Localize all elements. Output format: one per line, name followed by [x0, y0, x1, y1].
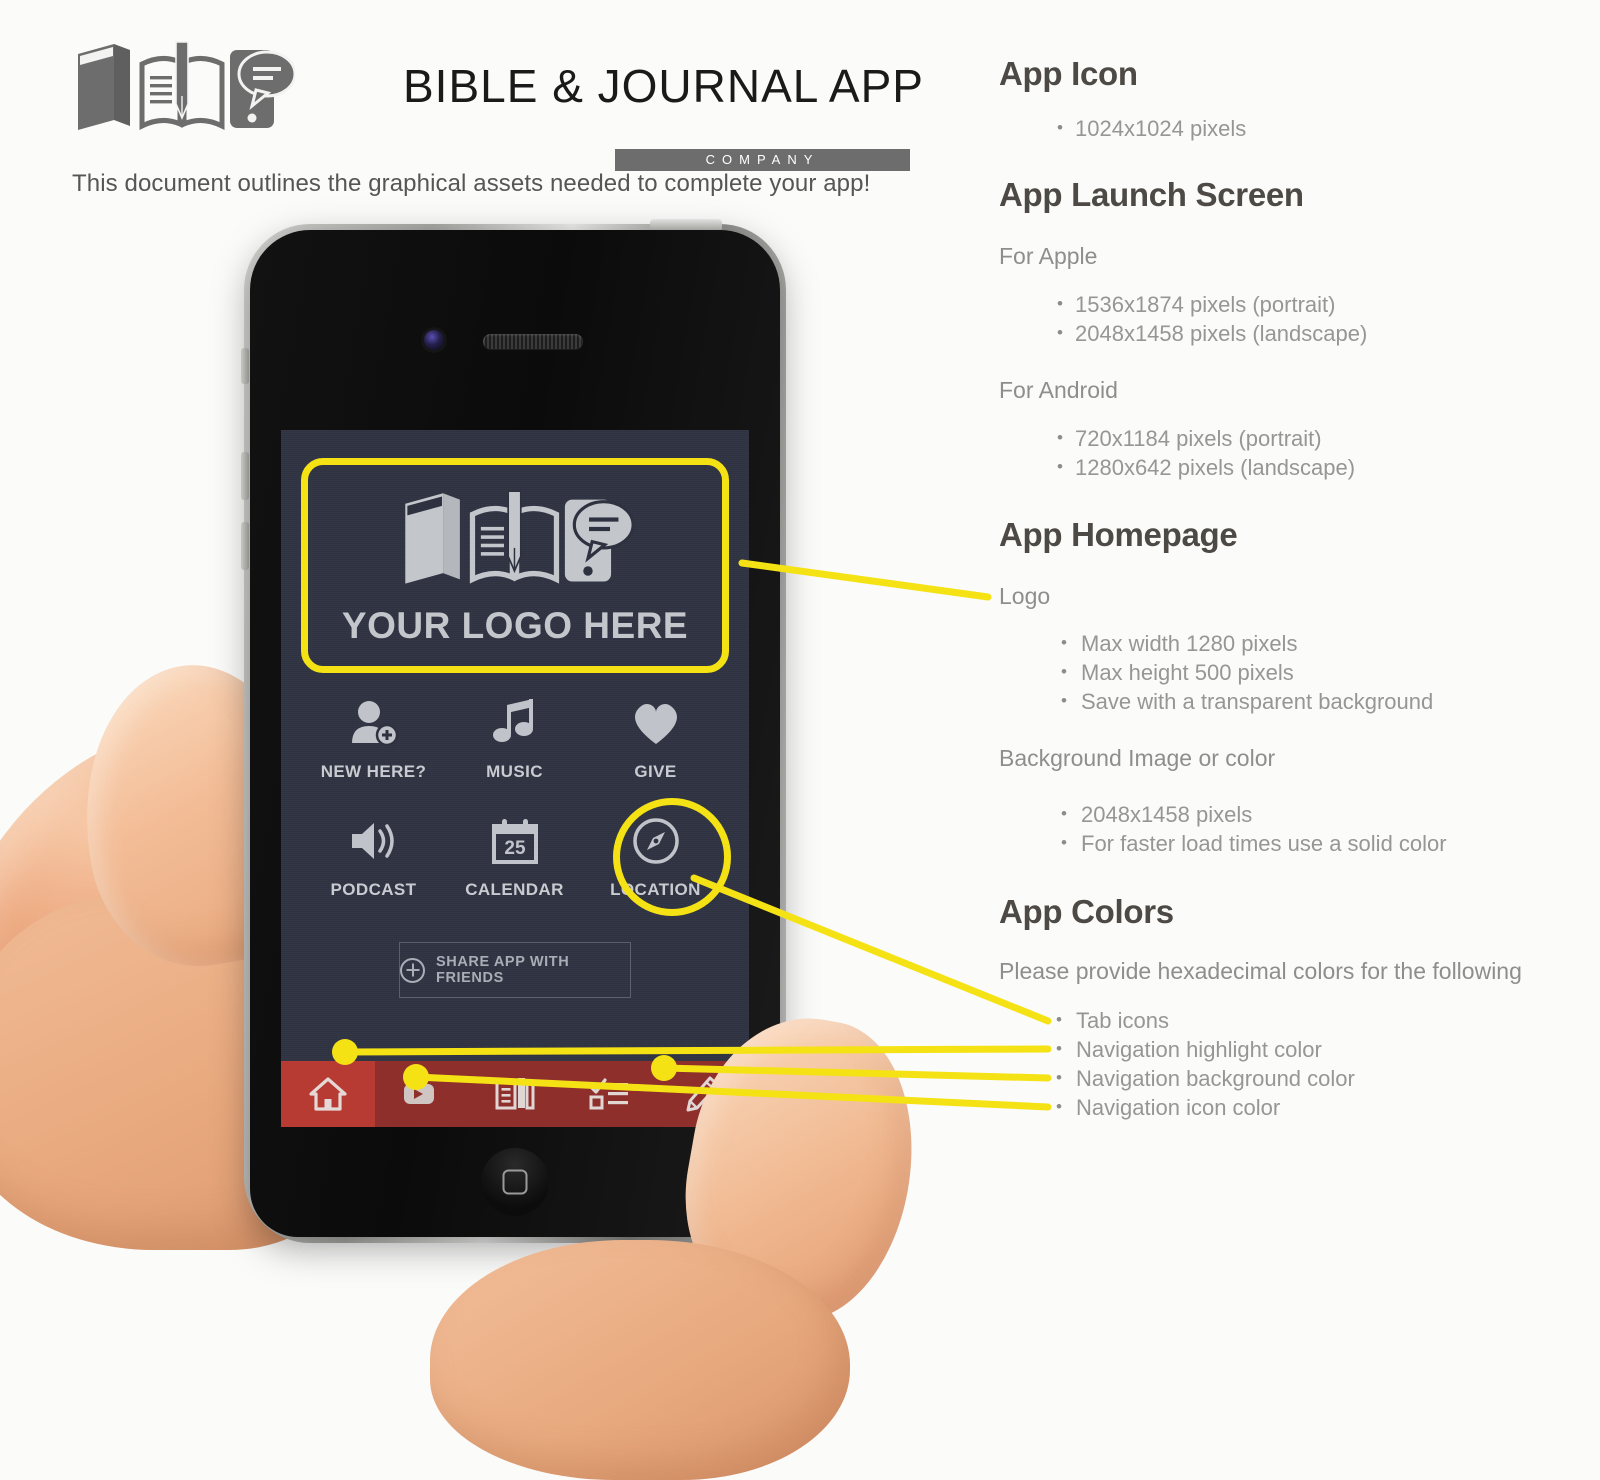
phone-in-hand-photo: YOUR LOGO HERE NEW HERE? MUSIC GIVE PODC… — [0, 200, 960, 1480]
background-bullets: 2048x1458 pixels For faster load times u… — [1059, 799, 1447, 858]
open-book-pen-icon — [469, 490, 560, 584]
section-title-app-launch-screen: App Launch Screen — [999, 176, 1304, 213]
list-item: Max height 500 pixels — [1059, 657, 1433, 687]
earpiece-speaker — [483, 334, 583, 349]
list-item: Navigation highlight color — [1054, 1034, 1355, 1064]
share-button-label: SHARE APP WITH FRIENDS — [436, 954, 570, 986]
front-camera — [424, 330, 444, 350]
list-item: 720x1184 pixels (portrait) — [1055, 423, 1355, 453]
screen-logo-icons — [383, 487, 648, 592]
group-label-background: Background Image or color — [999, 745, 1276, 771]
book-shelf-icon — [495, 1078, 535, 1110]
logo-zone-highlight: YOUR LOGO HERE — [301, 458, 729, 673]
apple-launch-bullets: 1536x1874 pixels (portrait) 2048x1458 pi… — [1055, 289, 1367, 348]
group-label-logo: Logo — [999, 583, 1051, 609]
svg-text:25: 25 — [504, 838, 526, 859]
silent-switch[interactable] — [241, 348, 249, 384]
tile-calendar[interactable]: 25 CALENDAR — [444, 810, 585, 900]
phone-chat-icon — [564, 499, 635, 582]
tile-music[interactable]: MUSIC — [444, 692, 585, 782]
tile-label: CALENDAR — [465, 880, 564, 899]
brand-title: BIBLE & JOURNAL APP — [403, 60, 924, 112]
list-item: Navigation background color — [1054, 1063, 1355, 1093]
list-item: 2048x1458 pixels (landscape) — [1055, 318, 1367, 348]
android-launch-bullets: 720x1184 pixels (portrait) 1280x642 pixe… — [1055, 423, 1355, 482]
music-note-icon — [444, 692, 585, 754]
tile-label: NEW HERE? — [320, 762, 427, 781]
volume-up-button[interactable] — [241, 452, 249, 500]
color-bullets: Tab icons Navigation highlight color Nav… — [1054, 1005, 1355, 1122]
phone-chat-icon — [230, 50, 295, 128]
closed-book-icon — [78, 44, 130, 130]
power-button[interactable] — [650, 219, 722, 230]
brand-logo-icons — [70, 38, 295, 138]
list-item: Max width 1280 pixels — [1059, 628, 1433, 658]
brand-header: BIBLE & JOURNAL APP COMPANY — [70, 36, 923, 171]
group-label-for-android: For Android — [999, 377, 1118, 403]
group-label-hex-colors: Please provide hexadecimal colors for th… — [999, 958, 1522, 984]
heart-icon — [585, 692, 726, 754]
list-item: For faster load times use a solid color — [1059, 828, 1447, 858]
home-button[interactable] — [481, 1148, 549, 1216]
share-app-button[interactable]: SHARE APP WITH FRIENDS — [399, 942, 631, 998]
closed-book-icon — [405, 493, 460, 584]
smartphone-mockup: YOUR LOGO HERE NEW HERE? MUSIC GIVE PODC… — [241, 219, 786, 1243]
calendar-icon: 25 — [444, 810, 585, 872]
list-item: Tab icons — [1054, 1005, 1355, 1035]
person-add-icon — [303, 692, 444, 754]
tile-location[interactable]: LOCATION — [585, 810, 726, 900]
app-icon-bullets: 1024x1024 pixels — [1055, 113, 1246, 143]
brand-logo-svg — [78, 41, 295, 131]
plus-circle-icon — [400, 957, 425, 983]
tile-give[interactable]: GIVE — [585, 692, 726, 782]
home-button-square-icon — [502, 1169, 528, 1195]
list-item: 2048x1458 pixels — [1059, 799, 1447, 829]
open-book-pen-icon — [139, 41, 225, 131]
tile-new-here[interactable]: NEW HERE? — [303, 692, 444, 782]
home-icon — [309, 1077, 347, 1111]
lower-finger-shape — [430, 1240, 850, 1480]
nav-item-books[interactable] — [468, 1061, 562, 1127]
tile-label: LOCATION — [610, 880, 701, 899]
section-title-app-icon: App Icon — [999, 55, 1138, 92]
nav-item-checklist[interactable] — [562, 1061, 656, 1127]
list-item: 1536x1874 pixels (portrait) — [1055, 289, 1367, 319]
list-item: Save with a transparent background — [1059, 686, 1433, 716]
tile-label: PODCAST — [330, 880, 417, 899]
tile-label: GIVE — [634, 762, 677, 781]
feature-grid: NEW HERE? MUSIC GIVE PODCAST 25 CALENDAR… — [303, 692, 731, 927]
bottom-navigation-bar — [281, 1061, 749, 1127]
checklist-icon — [588, 1078, 628, 1110]
asset-spec-page: BIBLE & JOURNAL APP COMPANY This documen… — [0, 0, 1600, 1480]
tagline: This document outlines the graphical ass… — [72, 170, 871, 197]
compass-icon — [585, 810, 726, 872]
logo-bullets: Max width 1280 pixels Max height 500 pix… — [1059, 628, 1433, 716]
logo-placeholder-text: YOUR LOGO HERE — [341, 605, 689, 646]
tile-label: MUSIC — [486, 762, 543, 781]
list-item: 1280x642 pixels (landscape) — [1055, 452, 1355, 482]
video-icon — [404, 1084, 435, 1104]
section-title-app-colors: App Colors — [999, 893, 1174, 930]
section-title-app-homepage: App Homepage — [999, 516, 1238, 553]
nav-item-video[interactable] — [375, 1061, 469, 1127]
volume-down-button[interactable] — [241, 522, 249, 570]
tile-podcast[interactable]: PODCAST — [303, 810, 444, 900]
nav-item-home[interactable] — [281, 1061, 375, 1127]
app-screen: YOUR LOGO HERE NEW HERE? MUSIC GIVE PODC… — [281, 430, 749, 1127]
screen-logo-svg — [405, 490, 635, 584]
list-item: 1024x1024 pixels — [1055, 113, 1246, 143]
list-item: Navigation icon color — [1054, 1092, 1355, 1122]
spec-column: App Icon 1024x1024 pixels App Launch Scr… — [999, 0, 1599, 1237]
speaker-icon — [303, 810, 444, 872]
group-label-for-apple: For Apple — [999, 243, 1098, 269]
brand-subtitle: COMPANY — [615, 149, 910, 171]
